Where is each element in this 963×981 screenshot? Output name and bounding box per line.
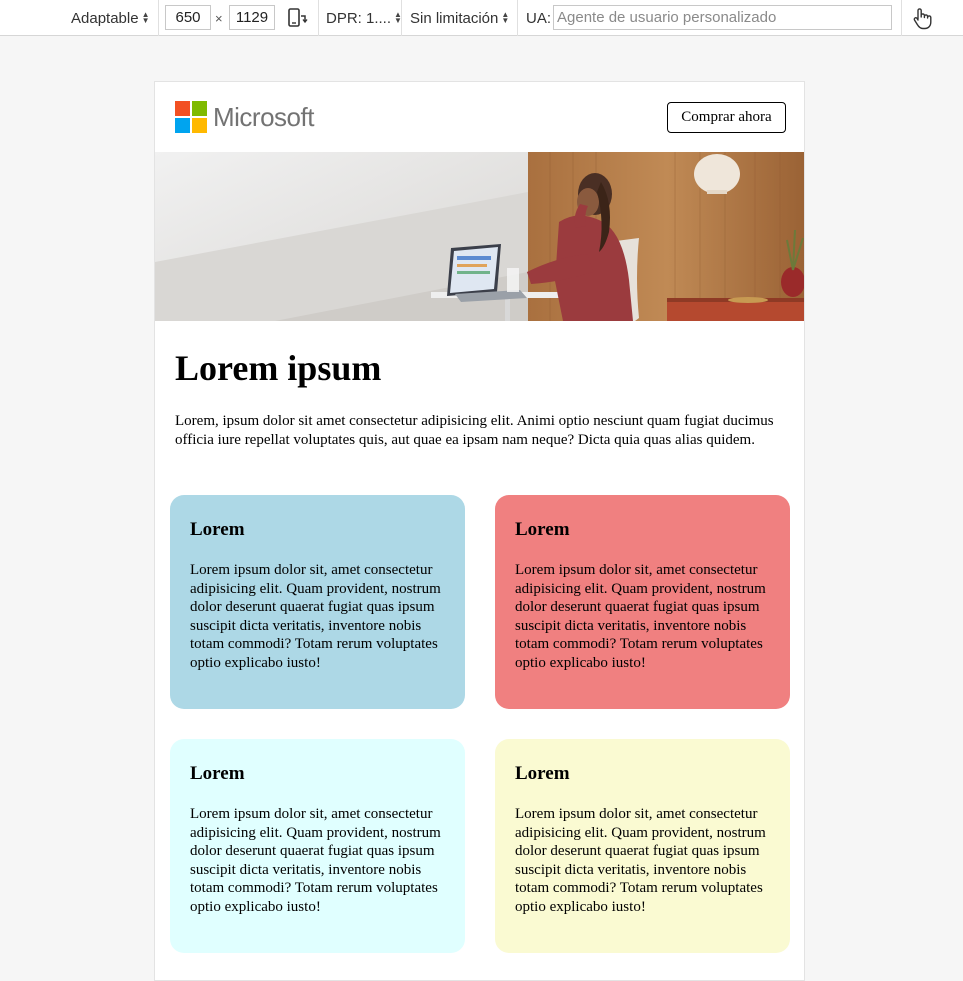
brand-wordmark: Microsoft — [213, 102, 314, 132]
toolbar-divider — [401, 0, 402, 36]
card-body: Lorem ipsum dolor sit, amet consectetur … — [515, 562, 766, 671]
info-card: Lorem Lorem ipsum dolor sit, amet consec… — [495, 495, 790, 709]
card-title: Lorem — [515, 519, 570, 540]
device-mode-label: Adaptable — [71, 9, 139, 27]
width-value: 650 — [175, 9, 201, 26]
card-title: Lorem — [190, 763, 245, 784]
throttling-select[interactable]: Sin limitación ▲ ▼ — [410, 0, 509, 36]
height-input[interactable]: 1129 — [229, 5, 275, 30]
info-card: Lorem Lorem ipsum dolor sit, amet consec… — [170, 739, 465, 953]
dpr-select[interactable]: DPR: 1.... ▲ ▼ — [326, 0, 402, 36]
logo-square-red — [175, 101, 190, 116]
throttling-label: Sin limitación — [410, 9, 499, 27]
user-agent-input[interactable] — [553, 5, 892, 30]
info-card: Lorem Lorem ipsum dolor sit, amet consec… — [495, 739, 790, 953]
touch-icon — [913, 8, 932, 30]
card-title: Lorem — [515, 763, 570, 784]
logo-square-yellow — [192, 118, 207, 133]
intro-paragraph: Lorem, ipsum dolor sit amet consectetur … — [175, 413, 774, 448]
width-input[interactable]: 650 — [165, 5, 211, 30]
logo-square-blue — [175, 118, 190, 133]
rotate-button[interactable] — [286, 0, 308, 36]
toolbar-divider — [158, 0, 159, 36]
touch-toggle-button[interactable] — [911, 0, 933, 36]
card-body: Lorem ipsum dolor sit, amet consectetur … — [190, 562, 441, 671]
dimension-separator: × — [215, 10, 223, 26]
ua-label: UA: — [526, 9, 552, 27]
dpr-label: DPR: 1.... — [326, 9, 392, 27]
logo-square-green — [192, 101, 207, 116]
toolbar-divider — [901, 0, 902, 36]
device-mode-select[interactable]: Adaptable ▲ ▼ — [71, 0, 149, 36]
page-title: Lorem ipsum — [175, 348, 382, 388]
microsoft-logo-icon — [175, 101, 207, 133]
toolbar-divider — [517, 0, 518, 36]
card-body: Lorem ipsum dolor sit, amet consectetur … — [515, 806, 766, 915]
updown-arrows-icon: ▲ ▼ — [141, 10, 150, 25]
card-title: Lorem — [190, 519, 245, 540]
updown-arrows-icon: ▲ ▼ — [501, 10, 510, 25]
device-toolbar: Adaptable ▲ ▼ 650 × 1129 DPR: 1.... ▲ ▼ Si… — [0, 0, 963, 36]
info-card: Lorem Lorem ipsum dolor sit, amet consec… — [170, 495, 465, 709]
height-value: 1129 — [235, 9, 269, 26]
toolbar-divider — [318, 0, 319, 36]
hero-photo — [155, 152, 804, 321]
rotate-icon — [288, 8, 308, 27]
buy-now-button[interactable]: Comprar ahora — [667, 102, 786, 133]
hero-image — [155, 152, 804, 321]
page-viewport: Microsoft Comprar ahora Lorem ipsum Lore… — [154, 81, 805, 981]
card-body: Lorem ipsum dolor sit, amet consectetur … — [190, 806, 441, 915]
